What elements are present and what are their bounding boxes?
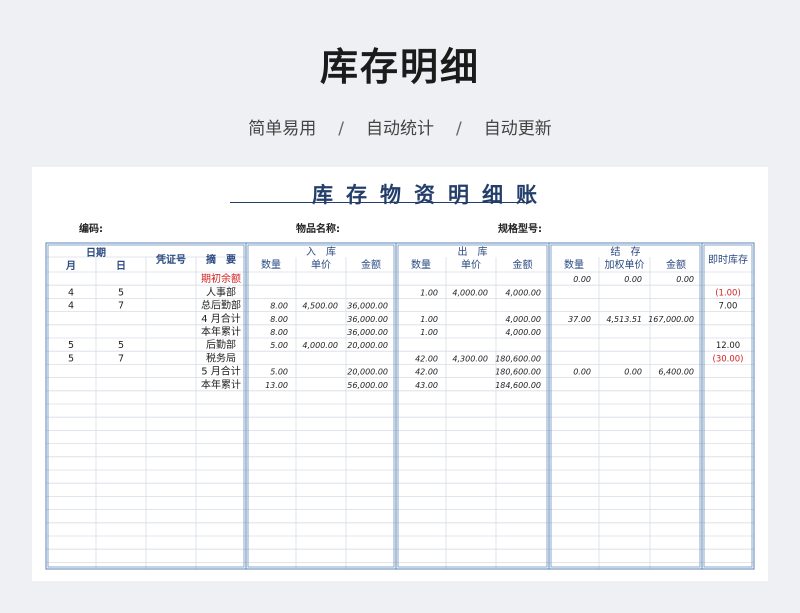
cell-day: 5 — [118, 340, 124, 351]
cell-out_a: 4,000.00 — [505, 288, 541, 297]
day-header: 日 — [116, 260, 126, 272]
ledger-table: 日期月 日 凭证号 摘 要 入 库 出 库 结 存即时库存 数量 单价 金额 数量 单价 金额 数量 加权单… — [45, 242, 755, 570]
cell-b_q: 0.00 — [573, 275, 591, 284]
cell-summary: 期初余额 — [201, 272, 241, 285]
cell-instant-stock: (1.00) — [715, 288, 741, 298]
cell-b_a: 167,000.00 — [648, 315, 694, 324]
feature-item: 自动更新 — [483, 119, 552, 139]
cell-b_p: 4,513.51 — [606, 315, 642, 324]
month-header: 月 — [65, 260, 76, 272]
summary-header: 摘 要 — [206, 253, 236, 266]
column-header-price: 单价 — [311, 259, 331, 271]
in-group-header: 入 库 — [306, 245, 336, 258]
cell-out_q: 1.00 — [420, 315, 438, 324]
cell-out_q: 42.00 — [415, 354, 438, 363]
feature-list: 简单易用 / 自动统计 / 自动更新 — [0, 114, 800, 139]
feature-separator: / — [456, 119, 462, 139]
cell-out_a: 180,600.00 — [495, 368, 541, 377]
cell-in_p: 4,500.00 — [302, 302, 338, 311]
cell-out_a: 4,000.00 — [505, 328, 541, 337]
cell-day: 7 — [118, 301, 124, 312]
cell-out_q: 1.00 — [420, 328, 438, 337]
cell-out_p: 4,000.00 — [452, 288, 488, 297]
cell-out_a: 184,600.00 — [495, 381, 541, 390]
cell-out_p: 4,300.00 — [452, 354, 488, 363]
column-header-qty: 数量 — [564, 258, 584, 271]
cell-in_a: 36,000.00 — [347, 328, 388, 337]
cell-month: 5 — [68, 340, 74, 351]
cell-month: 4 — [68, 287, 74, 298]
cell-summary: 5 月合计 — [201, 365, 241, 378]
group-frame — [548, 242, 703, 570]
column-header-qty: 数量 — [261, 258, 281, 271]
cell-in_a: 20,000.00 — [347, 341, 388, 350]
group-frame-inner — [550, 244, 701, 568]
feature-item: 简单易用 — [248, 119, 317, 139]
cell-in_q: 8.00 — [270, 302, 288, 311]
cell-out_q: 42.00 — [415, 368, 438, 377]
cell-in_a: 36,000.00 — [347, 315, 388, 324]
cell-out_a: 4,000.00 — [505, 315, 541, 324]
cell-out_q: 43.00 — [415, 381, 438, 390]
cell-in_q: 8.00 — [270, 328, 288, 337]
ledger-sheet: 库存物资明细账 编码: 物品名称: 规格型号: 日期月日凭证号摘 要入 库出 库… — [32, 167, 768, 581]
cell-in_q: 5.00 — [270, 341, 288, 350]
cell-b_p: 0.00 — [624, 275, 642, 284]
out-group-header: 出 库 — [458, 245, 488, 258]
cell-in_q: 8.00 — [270, 315, 288, 324]
cell-month: 5 — [68, 353, 74, 364]
column-header-amount: 金额 — [513, 258, 533, 271]
column-header-qty: 数量 — [411, 258, 431, 271]
column-header-amount: 金额 — [666, 258, 686, 271]
cell-b_q: 0.00 — [573, 368, 591, 377]
balance-group-header: 结 存 — [611, 245, 641, 258]
feature-item: 自动统计 — [366, 119, 434, 139]
cell-day: 5 — [118, 287, 124, 298]
cell-in_q: 5.00 — [270, 368, 288, 377]
column-header-price: 单价 — [461, 259, 481, 271]
cell-summary: 税务局 — [206, 351, 236, 364]
cell-instant-stock: (30.00) — [713, 354, 744, 364]
cell-day: 7 — [118, 353, 124, 364]
cell-summary: 人事部 — [206, 285, 236, 298]
cell-b_a: 6,400.00 — [658, 368, 694, 377]
cell-b_p: 0.00 — [624, 368, 642, 377]
cell-in_a: 56,000.00 — [347, 381, 388, 390]
cell-in_a: 36,000.00 — [347, 302, 388, 311]
group-frame-inner — [247, 244, 395, 568]
cell-b_a: 0.00 — [676, 275, 694, 284]
cell-instant-stock: 7.00 — [719, 302, 738, 312]
column-header-amount: 金额 — [361, 258, 381, 271]
group-frame — [245, 242, 397, 570]
column-header-weighted_price: 加权单价 — [605, 258, 645, 271]
cell-in_q: 13.00 — [265, 381, 288, 390]
cell-month: 4 — [68, 301, 74, 312]
cell-summary: 后勤部 — [206, 338, 236, 351]
cell-summary: 4 月合计 — [201, 312, 241, 325]
cell-out_q: 1.00 — [420, 288, 438, 297]
cell-instant-stock: 12.00 — [716, 341, 740, 351]
cell-in_p: 4,000.00 — [302, 341, 338, 350]
cell-summary: 本年累计 — [201, 378, 241, 391]
instant-stock-header: 即时库存 — [708, 253, 748, 266]
cell-summary: 本年累计 — [201, 325, 241, 338]
voucher-header: 凭证号 — [155, 253, 186, 266]
cell-b_q: 37.00 — [568, 315, 591, 324]
page-title: 库存明细 — [319, 45, 480, 89]
feature-separator: / — [338, 119, 344, 139]
cell-out_a: 180,600.00 — [495, 354, 541, 363]
cell-in_a: 20,000.00 — [347, 368, 388, 377]
date-header: 日期 — [86, 246, 106, 259]
cell-summary: 总后勤部 — [201, 299, 241, 312]
